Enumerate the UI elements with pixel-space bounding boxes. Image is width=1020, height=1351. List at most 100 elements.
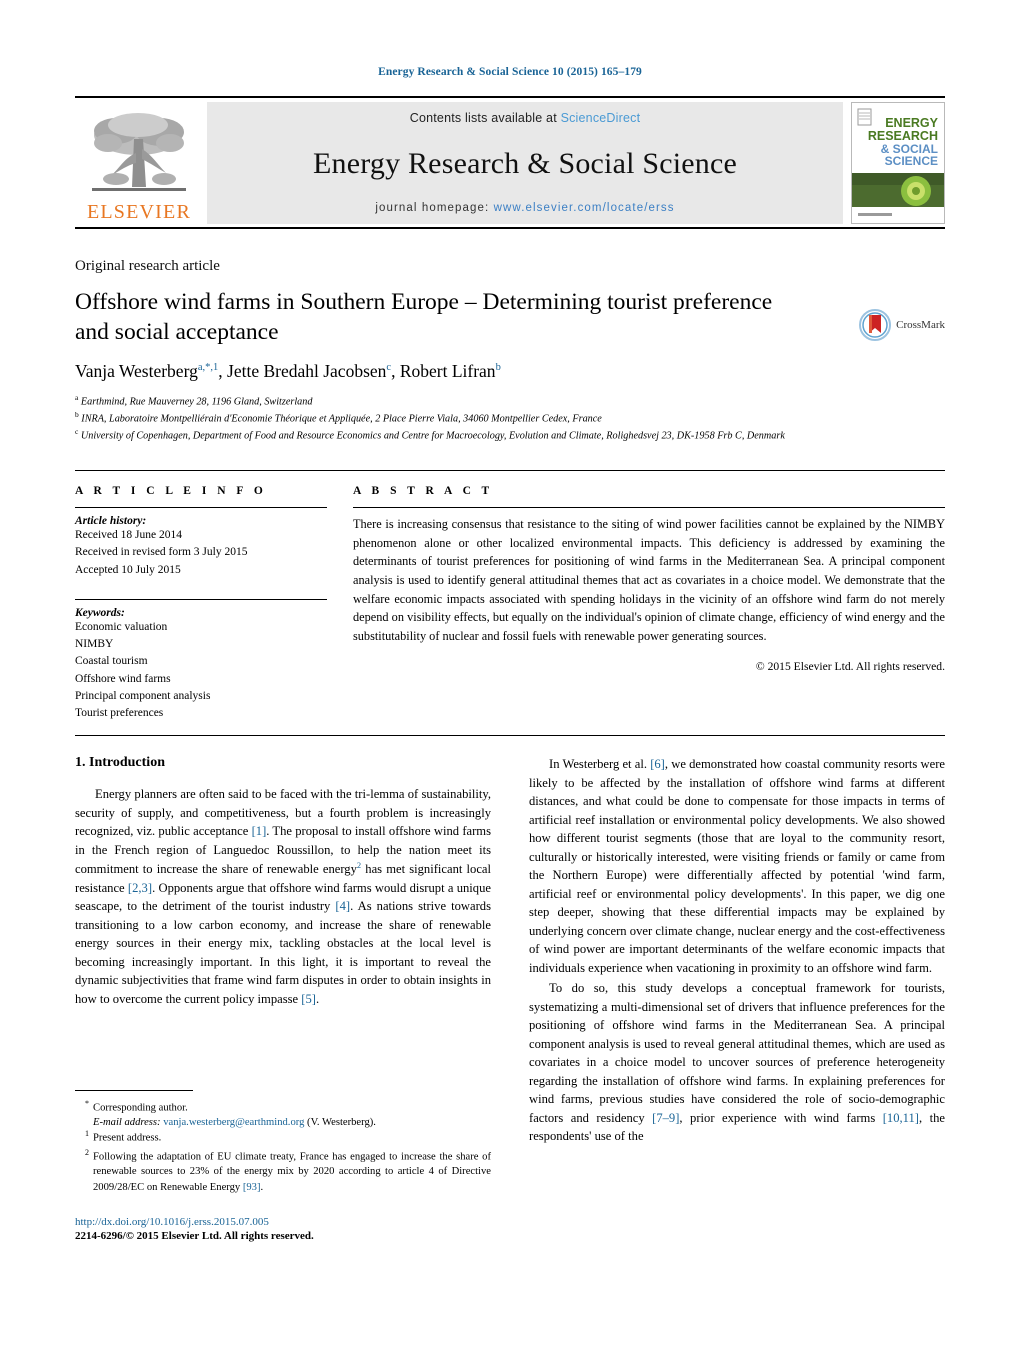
keyword-item: NIMBY bbox=[75, 638, 114, 650]
elsevier-logo: ELSEVIER bbox=[75, 102, 203, 224]
author-marks[interactable]: c bbox=[386, 362, 391, 373]
abstract-text: There is increasing consensus that resis… bbox=[353, 517, 945, 644]
affiliation-list: a Earthmind, Rue Mauverney 28, 1196 Glan… bbox=[75, 393, 945, 444]
text-run: . As nations strive towards transitionin… bbox=[75, 899, 491, 1006]
masthead-bottom-rule bbox=[75, 227, 945, 229]
author-name: Robert Lifran bbox=[399, 361, 496, 382]
email-address-link[interactable]: vanja.westerberg@earthmind.org bbox=[163, 1117, 304, 1128]
svg-text:ENERGY: ENERGY bbox=[885, 116, 938, 130]
homepage-label: journal homepage: bbox=[375, 202, 490, 214]
svg-text:RESEARCH: RESEARCH bbox=[868, 129, 938, 143]
footnote-marker: 1 bbox=[85, 1128, 89, 1138]
citation-ref[interactable]: [4] bbox=[335, 899, 350, 913]
text-run: In Westerberg et al. bbox=[549, 757, 651, 771]
author-marks[interactable]: b bbox=[496, 362, 501, 373]
journal-title: Energy Research & Social Science bbox=[312, 146, 738, 180]
author-marks[interactable]: a,*,1 bbox=[198, 362, 218, 373]
keyword-item: Principal component analysis bbox=[75, 689, 211, 702]
citation-ref[interactable]: [1] bbox=[252, 824, 267, 838]
text-run: To do so, this study develops a conceptu… bbox=[529, 981, 945, 1125]
affiliation-text: INRA, Laboratoire Montpelliérain d'Econo… bbox=[81, 413, 602, 425]
journal-homepage-line: journal homepage: www.elsevier.com/locat… bbox=[375, 202, 674, 214]
keywords-label: Keywords: bbox=[75, 606, 125, 619]
contents-prefix: Contents lists available at bbox=[409, 111, 557, 125]
footnote-text: Corresponding author. bbox=[93, 1102, 188, 1114]
paragraph-intro-3: To do so, this study develops a conceptu… bbox=[529, 979, 945, 1146]
author-entry: Vanja Westerberga,*,1 bbox=[75, 361, 218, 381]
author-entry: Robert Lifranb bbox=[400, 361, 501, 381]
keywords-block: Keywords: Economic valuation NIMBY Coast… bbox=[75, 598, 327, 723]
footnote-text: Present address. bbox=[93, 1132, 162, 1144]
affiliation-mark: c bbox=[75, 426, 79, 436]
keyword-item: Offshore wind farms bbox=[75, 672, 171, 685]
body-top-rule bbox=[75, 735, 945, 736]
crossmark-icon bbox=[859, 309, 892, 341]
keyword-item: Tourist preferences bbox=[75, 707, 164, 719]
abstract-heading: A B S T R A C T bbox=[353, 485, 494, 497]
footnote-marker: 2 bbox=[85, 1147, 89, 1157]
journal-masthead: ELSEVIER Contents lists available at Sci… bbox=[75, 96, 945, 229]
citation-ref[interactable]: [5] bbox=[301, 992, 316, 1006]
article-type: Original research article bbox=[75, 258, 220, 274]
section-heading-introduction: 1. Introduction bbox=[75, 755, 165, 770]
elsevier-wordmark: ELSEVIER bbox=[86, 201, 192, 223]
text-run: . bbox=[315, 991, 320, 1006]
article-history-item: Received in revised form 3 July 2015 bbox=[75, 546, 248, 559]
email-owner: (V. Westerberg). bbox=[307, 1116, 376, 1128]
affiliation-text: Earthmind, Rue Mauverney 28, 1196 Gland,… bbox=[80, 396, 313, 408]
contents-available-line: Contents lists available at ScienceDirec… bbox=[410, 111, 641, 125]
affiliation-item: a Earthmind, Rue Mauverney 28, 1196 Glan… bbox=[75, 393, 945, 410]
footnote-text: Following the adaptation of EU climate t… bbox=[93, 1151, 491, 1193]
paragraph-intro-2: In Westerberg et al. [6], we demonstrate… bbox=[529, 755, 945, 977]
citation-ref[interactable]: [7–9] bbox=[652, 1111, 679, 1125]
footnote-block: * Corresponding author. E-mail address: v… bbox=[75, 1090, 491, 1196]
keyword-item: Coastal tourism bbox=[75, 655, 148, 668]
homepage-url-link[interactable]: www.elsevier.com/locate/erss bbox=[494, 202, 675, 214]
journal-cover-thumbnail[interactable]: ENERGY RESEARCH & SOCIAL SCIENCE bbox=[851, 102, 945, 224]
issn-copyright-line: 2214-6296/© 2015 Elsevier Ltd. All right… bbox=[75, 1230, 314, 1242]
title-block: Original research article Offshore wind … bbox=[75, 258, 945, 444]
sciencedirect-link[interactable]: ScienceDirect bbox=[561, 111, 641, 125]
article-first-page: Energy Research & Social Science 10 (201… bbox=[0, 0, 1020, 1351]
affiliation-mark: b bbox=[75, 410, 79, 420]
article-info-rule bbox=[75, 507, 327, 508]
abstract-copyright: © 2015 Elsevier Ltd. All rights reserved… bbox=[755, 659, 945, 673]
affiliation-text: University of Copenhagen, Department of … bbox=[80, 430, 785, 442]
body-column-right: In Westerberg et al. [6], we demonstrate… bbox=[529, 755, 945, 1148]
body-columns: 1. Introduction Energy planners are ofte… bbox=[75, 755, 945, 1148]
keyword-item: Economic valuation bbox=[75, 620, 168, 633]
footnote-text-tail: . bbox=[260, 1181, 264, 1193]
crossmark-badge[interactable]: CrossMark bbox=[859, 309, 945, 341]
author-list: Vanja Westerberga,*,1, Jette Bredahl Jac… bbox=[75, 361, 501, 382]
affiliation-item: b INRA, Laboratoire Montpelliérain d'Eco… bbox=[75, 410, 945, 427]
article-info-heading: A R T I C L E I N F O bbox=[75, 485, 267, 497]
journal-band: Contents lists available at ScienceDirec… bbox=[207, 102, 843, 224]
abstract-rule bbox=[353, 507, 945, 508]
svg-text:SCIENCE: SCIENCE bbox=[885, 154, 938, 168]
author-entry: Jette Bredahl Jacobsenc bbox=[227, 361, 391, 381]
info-abstract-band: A R T I C L E I N F O Article history: R… bbox=[75, 470, 945, 722]
affiliation-item: c University of Copenhagen, Department o… bbox=[75, 427, 945, 444]
imprint-block: http://dx.doi.org/10.1016/j.erss.2015.07… bbox=[75, 1216, 491, 1242]
article-info-column: A R T I C L E I N F O Article history: R… bbox=[75, 485, 327, 722]
author-name: Vanja Westerberg bbox=[75, 361, 198, 382]
body-column-left: 1. Introduction Energy planners are ofte… bbox=[75, 755, 491, 1148]
footnote-eu-climate-treaty: 2 Following the adaptation of EU climate … bbox=[75, 1147, 491, 1195]
paragraph-intro-1: Energy planners are often said to be fac… bbox=[75, 785, 491, 1008]
footnote-corresponding-author: * Corresponding author. bbox=[75, 1098, 491, 1116]
footnote-email-line: E-mail address: vanja.westerberg@earthmi… bbox=[75, 1117, 491, 1128]
page-title: Offshore wind farms in Southern Europe –… bbox=[75, 289, 773, 346]
crossmark-label: CrossMark bbox=[896, 319, 945, 331]
footnote-present-address: 1 Present address. bbox=[75, 1128, 491, 1146]
citation-ref[interactable]: [93] bbox=[243, 1182, 261, 1193]
citation-ref[interactable]: [2,3] bbox=[128, 881, 152, 895]
keywords-rule bbox=[75, 598, 327, 600]
footnote-separator-rule bbox=[75, 1090, 193, 1091]
citation-ref[interactable]: [6] bbox=[650, 757, 665, 771]
footnote-marker: * bbox=[85, 1099, 89, 1108]
doi-link[interactable]: http://dx.doi.org/10.1016/j.erss.2015.07… bbox=[75, 1216, 491, 1228]
citation-ref[interactable]: [10,11] bbox=[883, 1111, 919, 1125]
article-history-item: Accepted 10 July 2015 bbox=[75, 563, 181, 576]
affiliation-mark: a bbox=[75, 393, 79, 403]
abstract-column: A B S T R A C T There is increasing cons… bbox=[353, 485, 945, 722]
